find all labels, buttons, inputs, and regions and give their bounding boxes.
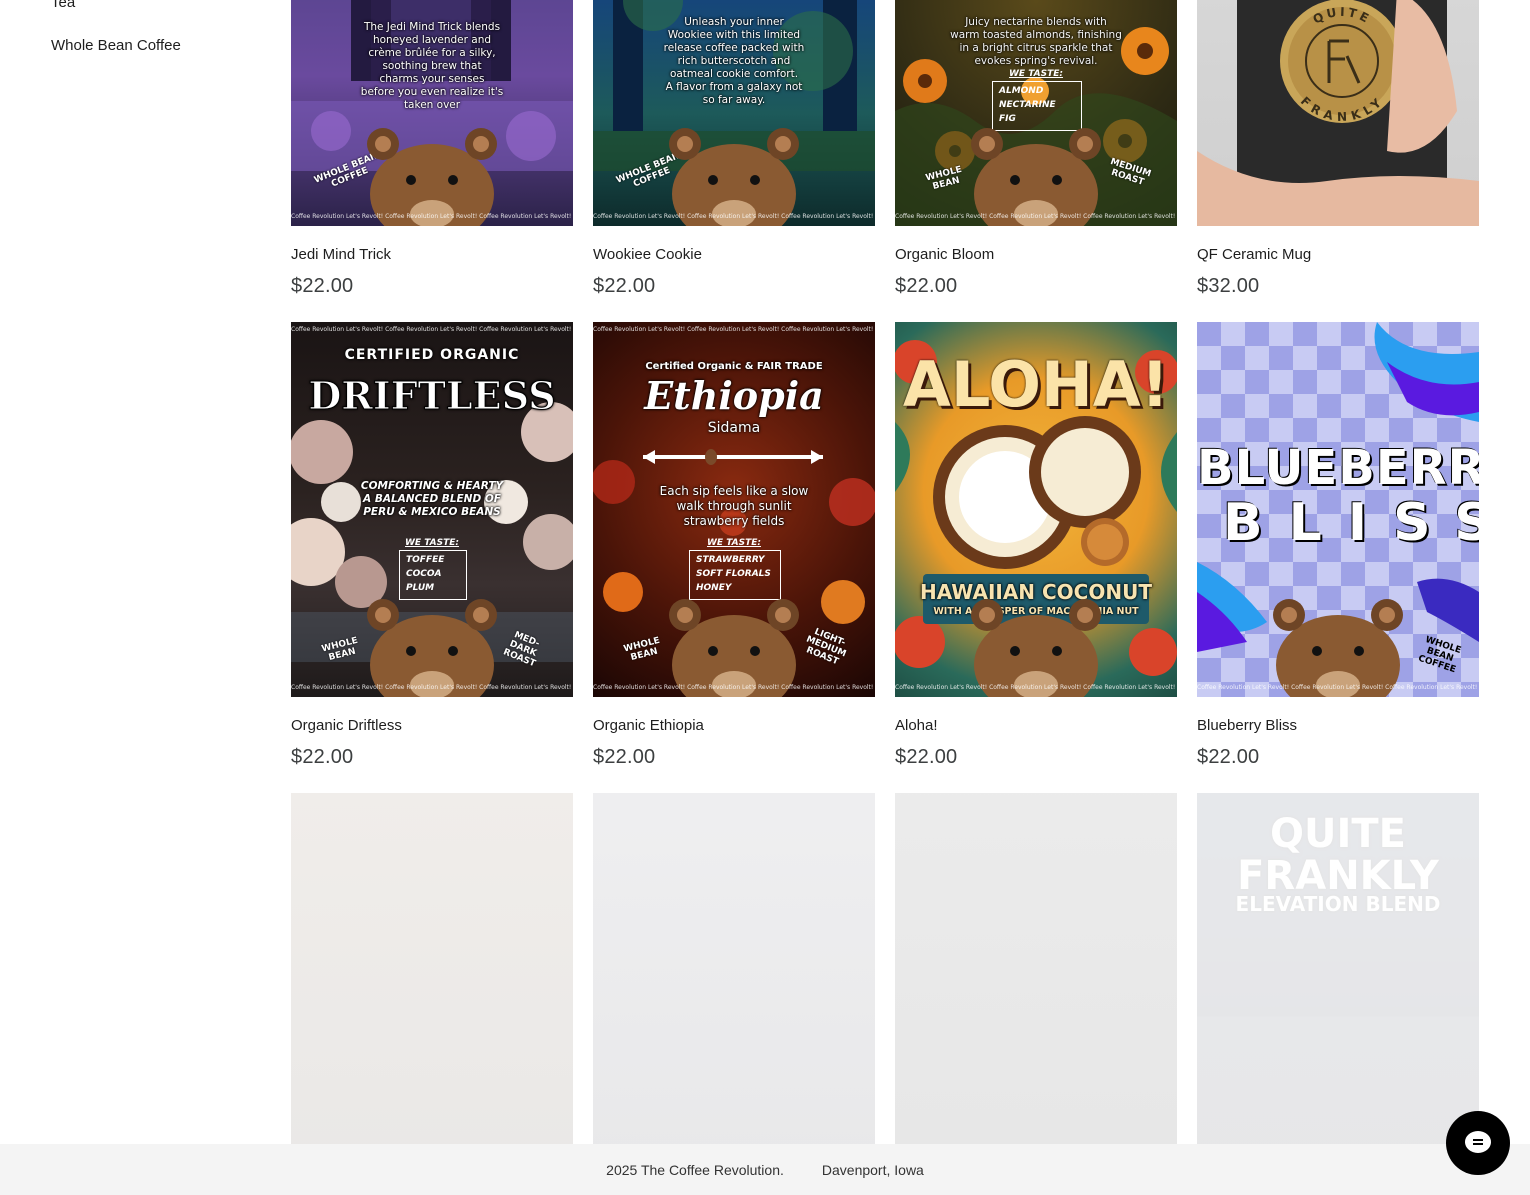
brand-strip: Coffee Revolution Let's Revolt! Coffee R… <box>593 684 875 691</box>
product-image-title: ALOHA! <box>902 348 1170 421</box>
svg-text:FRANKLY: FRANKLY <box>1298 94 1386 124</box>
product-card[interactable]: Coffee Revolution Let's Revolt! Coffee R… <box>291 322 573 769</box>
svg-text:QUITE: QUITE <box>1311 5 1374 27</box>
product-image[interactable]: Coffee Revolution Let's Revolt! Coffee R… <box>291 322 573 697</box>
product-name[interactable]: Organic Bloom <box>895 245 1177 265</box>
brand-strip: Coffee Revolution Let's Revolt! Coffee R… <box>291 684 573 691</box>
brand-strip: Coffee Revolution Let's Revolt! Coffee R… <box>895 213 1177 220</box>
product-price: $22.00 <box>895 746 958 768</box>
site-footer: 2025 The Coffee Revolution. Davenport, I… <box>0 1144 1530 1195</box>
product-price: $32.00 <box>1197 275 1260 297</box>
bear-illustration <box>971 599 1101 697</box>
product-card[interactable]: ALOHA! HAWAIIAN COCONUT WITH A WHISPER O… <box>895 322 1177 769</box>
brand-strip-top: Coffee Revolution Let's Revolt! Coffee R… <box>593 326 875 333</box>
product-image[interactable]: ALOHA! HAWAIIAN COCONUT WITH A WHISPER O… <box>895 322 1177 697</box>
footer-copyright: 2025 The Coffee Revolution. <box>606 1161 784 1178</box>
brand-strip: Coffee Revolution Let's Revolt! Coffee R… <box>895 684 1177 691</box>
product-image-caption: Each sip feels like a slow walk through … <box>659 484 809 528</box>
product-image[interactable] <box>593 793 875 1168</box>
chat-bubble-icon <box>1465 1131 1491 1153</box>
product-name[interactable]: Wookiee Cookie <box>593 245 875 265</box>
product-image-caption: The Jedi Mind Trick blends honeyed laven… <box>360 21 504 111</box>
we-taste-heading: WE TASTE: <box>707 538 761 548</box>
bear-illustration <box>669 599 799 697</box>
bear-illustration <box>367 128 497 226</box>
we-taste-heading: WE TASTE: <box>1009 69 1063 79</box>
product-name[interactable]: Aloha! <box>895 716 1177 736</box>
product-image-subtitle: ELEVATION BLEND <box>1235 892 1441 916</box>
brand-strip: Coffee Revolution Let's Revolt! Coffee R… <box>1197 684 1479 691</box>
sidebar-item-tea[interactable]: Tea <box>51 0 251 14</box>
product-name[interactable]: Organic Ethiopia <box>593 716 875 736</box>
product-card-loading[interactable] <box>895 793 1177 1168</box>
product-card[interactable]: Coffee Revolution Let's Revolt! Coffee R… <box>593 322 875 769</box>
product-image[interactable] <box>291 793 573 1168</box>
product-image-title: BLUEBERRY <box>1197 440 1479 496</box>
product-price: $22.00 <box>291 275 354 297</box>
product-card[interactable]: Unleash your inner Wookiee with this lim… <box>593 0 875 298</box>
chat-button[interactable] <box>1446 1111 1510 1175</box>
product-grid: The Jedi Mind Trick blends honeyed laven… <box>291 0 1479 1168</box>
product-image-subtitle: Sidama <box>707 420 761 436</box>
product-image[interactable]: Coffee Revolution Let's Revolt! Coffee R… <box>593 322 875 697</box>
category-sidebar: Tea Whole Bean Coffee <box>51 0 251 78</box>
product-card-loading[interactable]: QUITE FRANKLY ELEVATION BLEND <box>1197 793 1479 1168</box>
product-card[interactable]: The Jedi Mind Trick blends honeyed laven… <box>291 0 573 298</box>
certification-title: Certified Organic & FAIR TRADE <box>645 361 823 372</box>
certification-title: CERTIFIED ORGANIC <box>344 347 520 363</box>
product-image[interactable] <box>895 793 1177 1168</box>
bear-illustration <box>367 599 497 697</box>
product-card[interactable]: Juicy nectarine blends with warm toasted… <box>895 0 1177 298</box>
product-image[interactable]: BLUEBERRY BLISS WHOLE BEAN COFFEE Coffee… <box>1197 322 1479 697</box>
product-price: $22.00 <box>1197 746 1260 768</box>
product-image-title: DRIFTLESS <box>308 373 556 418</box>
product-image-caption: Juicy nectarine blends with warm toasted… <box>950 16 1122 67</box>
brand-strip: Coffee Revolution Let's Revolt! Coffee R… <box>291 213 573 220</box>
product-image[interactable]: QUITE FRANKLY <box>1197 0 1479 226</box>
brand-strip-top: Coffee Revolution Let's Revolt! Coffee R… <box>291 326 573 333</box>
mug-logo-top-text: QUITE <box>1311 5 1371 27</box>
product-name[interactable]: QF Ceramic Mug <box>1197 245 1479 265</box>
product-image-subtitle: BLISS <box>1223 493 1479 553</box>
bear-illustration <box>971 128 1101 226</box>
product-name[interactable]: Blueberry Bliss <box>1197 716 1479 736</box>
product-card-loading[interactable] <box>593 793 875 1168</box>
product-image-caption: Unleash your inner Wookiee with this lim… <box>663 16 805 106</box>
product-image-title: Ethiopia <box>644 373 824 418</box>
product-card[interactable]: BLUEBERRY BLISS WHOLE BEAN COFFEE Coffee… <box>1197 322 1479 769</box>
product-price: $22.00 <box>895 275 958 297</box>
we-taste-heading: WE TASTE: <box>405 538 459 548</box>
product-name[interactable]: Jedi Mind Trick <box>291 245 573 265</box>
product-name[interactable]: Organic Driftless <box>291 716 573 736</box>
product-price: $22.00 <box>593 275 656 297</box>
product-image[interactable]: The Jedi Mind Trick blends honeyed laven… <box>291 0 573 226</box>
footer-location: Davenport, Iowa <box>821 1161 924 1178</box>
bear-illustration <box>669 128 799 226</box>
product-image[interactable]: Unleash your inner Wookiee with this lim… <box>593 0 875 226</box>
product-image[interactable]: QUITE FRANKLY ELEVATION BLEND <box>1197 793 1479 1168</box>
bear-illustration <box>1273 599 1403 697</box>
mug-logo-bottom-text: FRANKLY <box>1298 94 1383 124</box>
product-card-loading[interactable] <box>291 793 573 1168</box>
product-image[interactable]: Juicy nectarine blends with warm toasted… <box>895 0 1177 226</box>
product-price: $22.00 <box>593 746 656 768</box>
product-price: $22.00 <box>291 746 354 768</box>
sidebar-item-whole-bean-coffee[interactable]: Whole Bean Coffee <box>51 35 251 57</box>
product-image-caption: COMFORTING & HEARTY A BALANCED BLEND OF … <box>360 480 504 518</box>
product-image-title: QUITE FRANKLY <box>1237 811 1439 899</box>
brand-strip: Coffee Revolution Let's Revolt! Coffee R… <box>593 213 875 220</box>
product-card[interactable]: QUITE FRANKLY QF Ceramic Mug $32.00 <box>1197 0 1479 298</box>
